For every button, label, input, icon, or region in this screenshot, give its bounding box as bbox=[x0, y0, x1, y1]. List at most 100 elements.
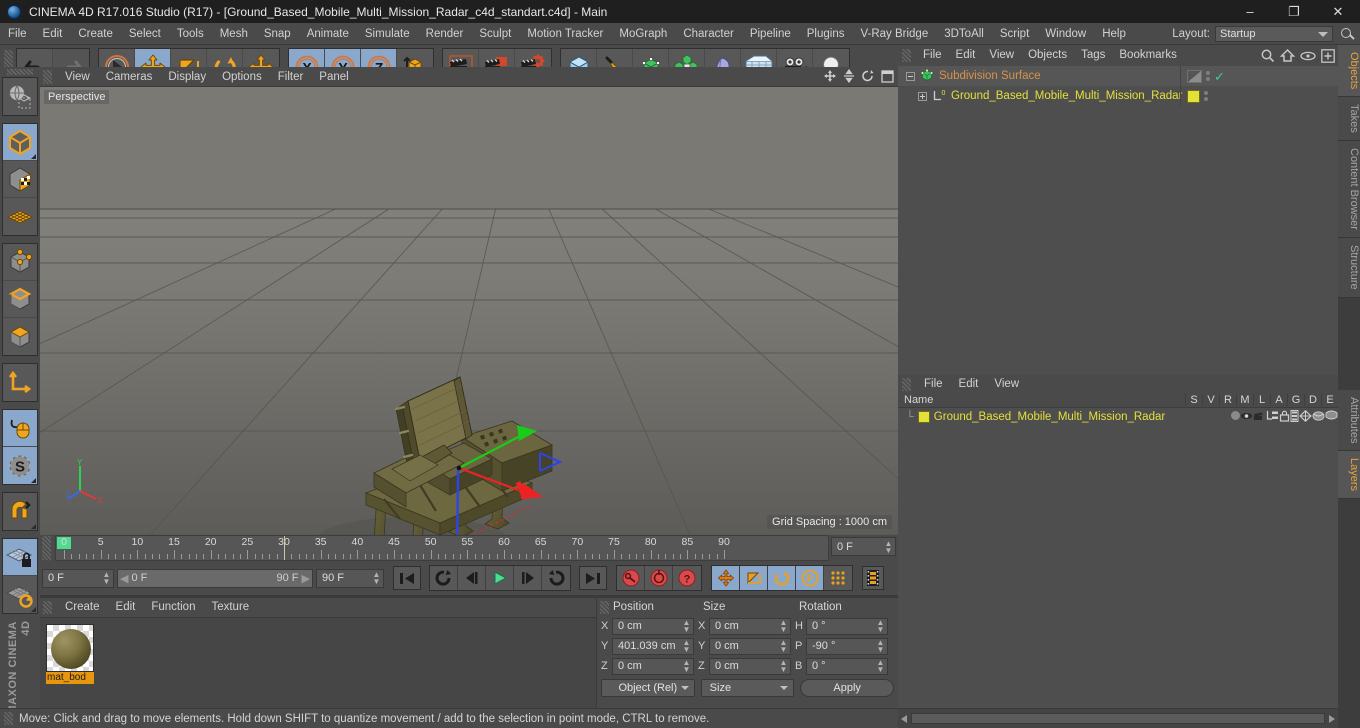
horizontal-scrollbar[interactable] bbox=[898, 708, 1338, 728]
make-editable-button[interactable] bbox=[3, 78, 37, 116]
apply-button[interactable]: Apply bbox=[800, 679, 895, 697]
coordinate-system-dropdown[interactable]: Object (Rel) bbox=[601, 679, 695, 697]
spinner-icon[interactable]: ▲ ▼ bbox=[876, 619, 885, 634]
menu-item-v-ray-bridge[interactable]: V-Ray Bridge bbox=[852, 23, 936, 45]
expand-icon[interactable] bbox=[918, 91, 927, 101]
object-row-radar[interactable]: 0 Ground_Based_Mobile_Multi_Mission_Rada… bbox=[898, 86, 1338, 106]
layer-animation-cell[interactable] bbox=[1290, 409, 1299, 425]
object-menu-item-file[interactable]: File bbox=[916, 45, 949, 66]
spinner-icon[interactable]: ▲ ▼ bbox=[779, 619, 788, 634]
rotation-p-input[interactable]: -90 ° ▲ ▼ bbox=[806, 637, 888, 655]
viewport-menu-item-cameras[interactable]: Cameras bbox=[98, 67, 161, 87]
plus-box-icon[interactable] bbox=[1321, 48, 1335, 63]
menu-item-character[interactable]: Character bbox=[675, 23, 742, 45]
material-menu-item-function[interactable]: Function bbox=[143, 598, 203, 617]
keyframe-selection-button[interactable]: ? bbox=[673, 566, 701, 590]
object-menu-item-view[interactable]: View bbox=[982, 45, 1021, 66]
visibility-dots-icon[interactable] bbox=[1206, 71, 1210, 81]
menu-item-plugins[interactable]: Plugins bbox=[799, 23, 853, 45]
menu-item-pipeline[interactable]: Pipeline bbox=[742, 23, 799, 45]
layer-manager-cell[interactable] bbox=[1266, 410, 1279, 424]
spinner-icon[interactable]: ▲ ▼ bbox=[682, 619, 691, 634]
uv-mesh-button[interactable] bbox=[3, 198, 37, 236]
menu-item-select[interactable]: Select bbox=[121, 23, 169, 45]
search-icon[interactable] bbox=[1260, 48, 1275, 63]
timeline-range-thumb[interactable]: ◀ 0 F 90 F ▶ bbox=[118, 569, 312, 587]
material-menu-item-edit[interactable]: Edit bbox=[108, 598, 144, 617]
visibility-dots-icon[interactable] bbox=[1204, 91, 1208, 101]
viewport-menu-item-filter[interactable]: Filter bbox=[270, 67, 312, 87]
maximize-button[interactable]: ❐ bbox=[1272, 0, 1316, 23]
layer-solo-cell[interactable] bbox=[1231, 411, 1240, 423]
go-to-start-button[interactable] bbox=[393, 566, 421, 590]
point-level-anim-button[interactable] bbox=[824, 566, 852, 590]
perspective-viewport[interactable]: Perspective Grid Spacing : 1000 cm Y X Z bbox=[40, 87, 898, 535]
menu-item-snap[interactable]: Snap bbox=[256, 23, 299, 45]
play-forward-loop-button[interactable] bbox=[542, 566, 570, 590]
material-menu-item-texture[interactable]: Texture bbox=[203, 598, 257, 617]
viewport-menu-grip[interactable] bbox=[43, 69, 52, 84]
menu-item-3dtoall[interactable]: 3DToAll bbox=[936, 23, 992, 45]
eye-icon[interactable] bbox=[1300, 50, 1316, 62]
coordinates-panel-grip[interactable] bbox=[600, 600, 609, 614]
check-icon[interactable]: ✓ bbox=[1214, 70, 1225, 83]
material-panel-grip[interactable] bbox=[43, 601, 52, 614]
autokey-button[interactable] bbox=[645, 566, 673, 590]
menu-item-motion-tracker[interactable]: Motion Tracker bbox=[519, 23, 611, 45]
range-left-arrow-icon[interactable]: ◀ bbox=[120, 572, 128, 585]
key-rotation-button[interactable] bbox=[768, 566, 796, 590]
key-param-button[interactable]: P bbox=[796, 566, 824, 590]
size-y-input[interactable]: 0 cm ▲ ▼ bbox=[709, 637, 791, 655]
spinner-icon[interactable]: ▲ ▼ bbox=[779, 659, 788, 674]
play-backwards-loop-button[interactable] bbox=[430, 566, 458, 590]
material-menu-item-create[interactable]: Create bbox=[57, 598, 108, 617]
layer-visible-cell[interactable] bbox=[1240, 411, 1253, 424]
menu-item-window[interactable]: Window bbox=[1037, 23, 1094, 45]
spinner-icon[interactable]: ▲ ▼ bbox=[884, 539, 893, 554]
maximize-view-icon[interactable] bbox=[881, 69, 894, 83]
next-frame-button[interactable] bbox=[514, 566, 542, 590]
workplane-rotate-button[interactable] bbox=[3, 576, 37, 614]
timeline-grip[interactable] bbox=[42, 536, 51, 560]
layer-list-body[interactable]: └ Ground_Based_Mobile_Multi_Mission_Rada… bbox=[898, 408, 1338, 726]
size-mode-dropdown[interactable]: Size bbox=[700, 679, 795, 697]
viewport-menu-item-panel[interactable]: Panel bbox=[311, 67, 356, 87]
object-menu-item-edit[interactable]: Edit bbox=[949, 45, 983, 66]
rotation-h-input[interactable]: 0 ° ▲ ▼ bbox=[806, 617, 888, 635]
layer-color-swatch[interactable] bbox=[917, 411, 930, 423]
points-mode-button[interactable] bbox=[3, 244, 37, 282]
layer-row[interactable]: └ Ground_Based_Mobile_Multi_Mission_Rada… bbox=[898, 408, 1338, 426]
layer-expression-cell[interactable] bbox=[1325, 410, 1338, 424]
timeline-frame-field[interactable]: 0 F ▲ ▼ bbox=[831, 537, 896, 556]
menu-item-file[interactable]: File bbox=[0, 23, 35, 45]
pan-view-icon[interactable] bbox=[843, 69, 855, 83]
spinner-icon[interactable]: ▲ ▼ bbox=[876, 639, 885, 654]
scrollbar-track[interactable] bbox=[911, 713, 1325, 724]
vtab-objects[interactable]: Objects bbox=[1338, 45, 1360, 98]
object-menu-item-objects[interactable]: Objects bbox=[1021, 45, 1074, 66]
material-tag-icon[interactable] bbox=[1187, 89, 1200, 103]
layer-generator-cell[interactable] bbox=[1299, 409, 1312, 425]
snap-magnet-button[interactable] bbox=[3, 493, 37, 531]
vtab-attributes[interactable]: Attributes bbox=[1338, 389, 1360, 452]
enable-tweak-button[interactable] bbox=[3, 410, 37, 448]
timeline-playhead[interactable] bbox=[284, 536, 285, 560]
object-row-subdivision-surface[interactable]: Subdivision Surface ✓ bbox=[898, 66, 1338, 86]
scroll-right-icon[interactable] bbox=[1329, 714, 1335, 723]
timeline-range-scrollbar[interactable]: ◀ 0 F 90 F ▶ bbox=[117, 568, 313, 588]
current-frame-input[interactable]: 0 F ▲ ▼ bbox=[42, 568, 114, 588]
viewport-menu-item-options[interactable]: Options bbox=[214, 67, 270, 87]
material-item[interactable]: mat_bod bbox=[46, 624, 94, 684]
menu-item-mograph[interactable]: MoGraph bbox=[611, 23, 675, 45]
display-toggle-icon[interactable] bbox=[1187, 69, 1202, 83]
layout-dropdown[interactable]: Startup bbox=[1215, 26, 1333, 42]
previous-frame-button[interactable] bbox=[458, 566, 486, 590]
layer-menu-item-file[interactable]: File bbox=[916, 375, 951, 393]
layer-manager-grip[interactable] bbox=[902, 377, 911, 391]
menu-item-edit[interactable]: Edit bbox=[35, 23, 71, 45]
search-icon[interactable] bbox=[1338, 25, 1356, 43]
play-button[interactable] bbox=[486, 566, 514, 590]
model-mode-button[interactable] bbox=[3, 124, 37, 162]
vtab-content-browser[interactable]: Content Browser bbox=[1338, 141, 1360, 238]
layer-deformer-cell[interactable] bbox=[1312, 410, 1325, 425]
